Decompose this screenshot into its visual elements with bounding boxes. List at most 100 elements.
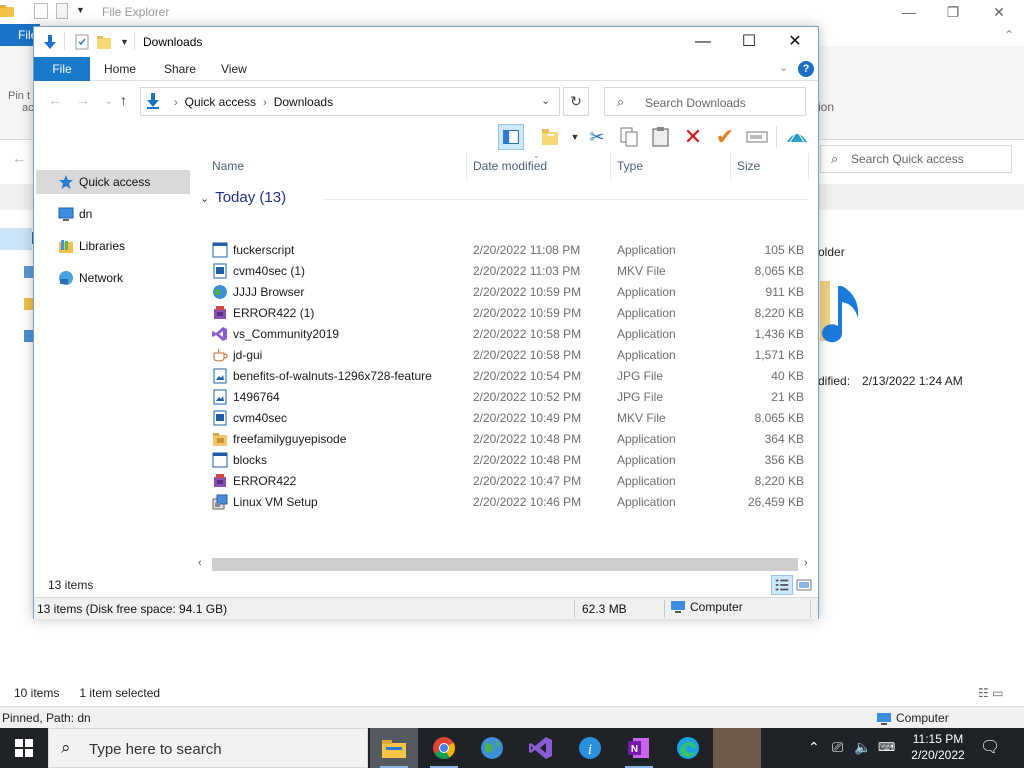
- file-row[interactable]: 1496764 2/20/2022 10:52 PM JPG File 21 KB: [196, 386, 816, 407]
- column-header-size[interactable]: Size: [737, 159, 760, 173]
- new-folder-icon[interactable]: [96, 34, 112, 50]
- bg-search-input[interactable]: ⌕ Search Quick access: [820, 145, 1012, 173]
- minimize-button[interactable]: —: [680, 27, 726, 57]
- start-button[interactable]: [0, 728, 48, 768]
- horizontal-scrollbar[interactable]: ‹ ›: [194, 556, 818, 573]
- file-row[interactable]: Linux VM Setup 2/20/2022 10:46 PM Applicat…: [196, 491, 816, 512]
- taskbar-chrome[interactable]: [420, 728, 468, 768]
- rename-icon[interactable]: [744, 124, 770, 150]
- file-row[interactable]: benefits-of-walnuts-1296x728-feature 2/20…: [196, 365, 816, 386]
- file-row[interactable]: cvm40sec (1) 2/20/2022 11:03 PM MKV File 8,…: [196, 260, 816, 281]
- recent-locations-icon[interactable]: ⌄: [104, 94, 113, 107]
- nav-item-network[interactable]: Network: [36, 266, 190, 290]
- file-row[interactable]: fuckerscript 2/20/2022 11:08 PM Applicatio…: [196, 239, 816, 260]
- scrollbar-thumb[interactable]: [212, 558, 798, 571]
- up-button[interactable]: ↑: [120, 92, 127, 108]
- breadcrumb-downloads[interactable]: Downloads: [274, 95, 333, 109]
- file-row[interactable]: ERROR422 2/20/2022 10:47 PM Application 8,2…: [196, 470, 816, 491]
- new-folder-icon[interactable]: [538, 124, 564, 150]
- file-row[interactable]: vs_Community2019 2/20/2022 10:58 PM Applic…: [196, 323, 816, 344]
- network-status-icon[interactable]: ⎚: [832, 739, 843, 756]
- file-date-modified: 2/20/2022 10:47 PM: [473, 474, 582, 488]
- expand-ribbon-icon[interactable]: ⌄: [779, 61, 788, 74]
- nav-item-quick-access[interactable]: Quick access: [36, 170, 190, 194]
- taskbar-globe-app[interactable]: [468, 728, 516, 768]
- paste-icon[interactable]: [648, 124, 674, 150]
- breadcrumb-chevron-icon[interactable]: ›: [263, 97, 267, 109]
- copy-icon[interactable]: [616, 124, 642, 150]
- tab-share[interactable]: Share: [164, 57, 196, 81]
- file-row[interactable]: JJJJ Browser 2/20/2022 10:59 PM Applicatio…: [196, 281, 816, 302]
- refresh-button[interactable]: ↻: [563, 87, 589, 116]
- properties-icon[interactable]: [74, 34, 90, 50]
- tab-home[interactable]: Home: [104, 57, 136, 81]
- taskbar-search-box[interactable]: ⌕ Type here to search: [48, 728, 368, 768]
- window-titlebar[interactable]: ▼ Downloads — ☐ ✕: [34, 27, 818, 57]
- search-input[interactable]: ⌕ Search Downloads: [604, 87, 806, 116]
- bg-ribbon-expand-icon[interactable]: ⌃: [1004, 28, 1014, 42]
- shell-icon[interactable]: [784, 124, 810, 150]
- bg-maximize-button[interactable]: ❐: [930, 2, 976, 22]
- close-button[interactable]: ✕: [772, 27, 818, 57]
- column-header-type[interactable]: Type: [617, 159, 643, 173]
- download-arrow-icon[interactable]: [42, 34, 58, 50]
- column-header-name[interactable]: Name: [212, 159, 244, 173]
- cut-icon[interactable]: ✂: [584, 124, 610, 150]
- nav-item-dn[interactable]: dn: [36, 202, 190, 226]
- column-divider[interactable]: [466, 153, 467, 179]
- file-size: 364 KB: [764, 432, 804, 446]
- file-row[interactable]: jd-gui 2/20/2022 10:58 PM Application 1,571…: [196, 344, 816, 365]
- keyboard-icon[interactable]: ⌨: [878, 740, 895, 754]
- notification-icon[interactable]: 🗨: [980, 737, 1000, 757]
- file-row[interactable]: cvm40sec 2/20/2022 10:49 PM MKV File 8,065 …: [196, 407, 816, 428]
- taskbar-visual-studio[interactable]: [517, 728, 565, 768]
- show-hidden-icons-icon[interactable]: ⌃: [808, 739, 820, 756]
- volume-icon[interactable]: 🔈: [854, 739, 871, 756]
- tab-view[interactable]: View: [221, 57, 247, 81]
- bg-status-selected: 1 item selected: [79, 686, 161, 700]
- tab-file[interactable]: File: [34, 57, 90, 81]
- address-bar[interactable]: › Quick access › Downloads ⌄: [140, 87, 560, 116]
- taskbar-edge[interactable]: [664, 728, 712, 768]
- help-icon[interactable]: ?: [798, 61, 814, 77]
- bg-minimize-button[interactable]: —: [886, 2, 932, 22]
- column-divider[interactable]: [730, 153, 731, 179]
- bg-view-buttons[interactable]: ☷ ▭: [978, 686, 1003, 700]
- column-header-date-modified[interactable]: Date modified: [473, 159, 547, 173]
- taskbar-blank-app[interactable]: [713, 728, 761, 768]
- back-button[interactable]: ←: [48, 92, 62, 108]
- quick-access-dropdown-icon[interactable]: ▼: [120, 37, 129, 47]
- breadcrumb-chevron-icon[interactable]: ›: [174, 97, 178, 109]
- bg-close-button[interactable]: ✕: [976, 2, 1022, 22]
- file-row[interactable]: freefamilyguyepisode 2/20/2022 10:48 PM Ap…: [196, 428, 816, 449]
- column-divider[interactable]: [808, 153, 809, 179]
- new-page-icon[interactable]: [56, 3, 68, 19]
- chevron-down-icon[interactable]: ⌄: [200, 193, 209, 205]
- taskbar-info-app[interactable]: i: [566, 728, 614, 768]
- properties-icon[interactable]: [34, 3, 48, 19]
- taskbar-file-explorer[interactable]: [370, 728, 418, 768]
- column-divider[interactable]: [610, 153, 611, 179]
- preview-pane-icon[interactable]: [498, 124, 524, 150]
- delete-icon[interactable]: ✕: [680, 124, 706, 150]
- nav-item-libraries[interactable]: Libraries: [36, 234, 190, 258]
- bg-back-icon[interactable]: ←: [12, 150, 26, 166]
- group-header-today[interactable]: ⌄ Today (13): [200, 189, 286, 206]
- nav-item-label: Network: [79, 271, 124, 285]
- scroll-left-icon[interactable]: ‹: [198, 557, 202, 569]
- file-date-modified: 2/20/2022 10:54 PM: [473, 369, 582, 383]
- address-dropdown-icon[interactable]: ⌄: [541, 94, 550, 107]
- scroll-right-icon[interactable]: ›: [804, 557, 808, 569]
- large-icons-view-icon[interactable]: [796, 577, 812, 593]
- clock[interactable]: 11:15 PM 2/20/2022: [908, 731, 968, 763]
- file-row[interactable]: blocks 2/20/2022 10:48 PM Application 356 K…: [196, 449, 816, 470]
- file-row[interactable]: ERROR422 (1) 2/20/2022 10:59 PM Applicatio…: [196, 302, 816, 323]
- taskbar-onenote[interactable]: N: [615, 728, 663, 768]
- qa-dropdown-icon[interactable]: ▼: [76, 5, 85, 15]
- details-view-icon[interactable]: [771, 575, 793, 595]
- properties-check-icon[interactable]: ✔: [712, 124, 738, 150]
- breadcrumb-quick-access[interactable]: Quick access: [185, 95, 256, 109]
- music-folder-icon[interactable]: [820, 276, 870, 356]
- maximize-button[interactable]: ☐: [726, 27, 772, 57]
- forward-button[interactable]: →: [76, 92, 90, 108]
